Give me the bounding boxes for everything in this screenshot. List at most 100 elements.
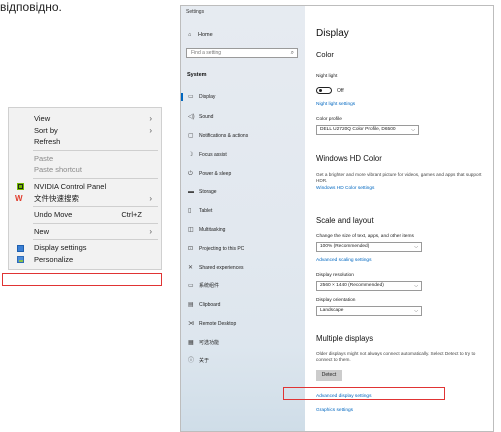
menu-item-label: New [34, 226, 50, 236]
sidebar-item-focus-assist[interactable]: ☽ Focus assist [188, 151, 227, 159]
color-heading: Color [316, 50, 334, 59]
menu-item-refresh[interactable]: Refresh [9, 136, 161, 148]
sidebar-item-label: Notifications & actions [199, 133, 249, 139]
menu-item-label: Sort by [34, 125, 58, 135]
chevron-right-icon: › [149, 125, 152, 135]
projector-icon: ⊡ [188, 246, 194, 252]
sidebar-item-label: 关于 [199, 358, 210, 364]
display-icon [17, 244, 24, 252]
multitask-icon: ◫ [188, 227, 194, 233]
sidebar-item-multitasking[interactable]: ◫ Multitasking [188, 226, 225, 234]
sidebar-item-label: 系统组件 [199, 283, 220, 289]
chevron-down-icon: ⌵ [414, 283, 418, 289]
hdr-settings-link[interactable]: Windows HD Color settings [316, 186, 374, 191]
nvidia-icon [17, 183, 24, 191]
night-light-state: Off [337, 88, 344, 94]
menu-item-view[interactable]: View › [9, 113, 161, 125]
scale-dropdown[interactable]: 100% (Recommended) ⌵ [316, 242, 422, 252]
resolution-label: Display resolution [316, 273, 354, 278]
multiple-displays-description: Older displays might not always connect … [316, 351, 476, 362]
moon-icon: ☽ [188, 152, 194, 158]
search-icon: ⌕ [290, 50, 294, 56]
menu-item-label: View [34, 114, 51, 123]
scale-value: 100% (Recommended) [320, 244, 370, 249]
sidebar-item-label: Remote Desktop [199, 321, 237, 327]
menu-item-label: Refresh [34, 137, 61, 147]
menu-item-file-quick-search[interactable]: W 文件快速搜索 › [9, 193, 161, 205]
color-profile-dropdown[interactable]: DELL U2720Q Color Profile, D6500 ⌵ [316, 125, 419, 135]
sidebar-item-display[interactable]: ▭ Display [181, 93, 215, 101]
search-placeholder: Find a setting [191, 50, 222, 56]
section-label: System [187, 72, 207, 78]
search-input[interactable]: Find a setting ⌕ [186, 48, 298, 58]
sidebar-item-optional-features[interactable]: ▦ 可选功能 [188, 339, 219, 347]
remote-icon: ⋊ [188, 321, 194, 327]
orientation-label: Display orientation [316, 298, 356, 303]
sidebar-item-about[interactable]: ⓘ 关于 [188, 357, 209, 365]
speaker-icon: ◁) [188, 114, 195, 120]
chevron-right-icon: › [149, 226, 152, 236]
wps-icon: W [15, 194, 23, 204]
nav-home[interactable]: ⌂ Home [188, 32, 213, 38]
share-icon: ✕ [188, 265, 194, 271]
power-icon: ⏻ [188, 171, 193, 177]
hdr-description: Get a brighter and more vibrant picture … [316, 172, 482, 183]
sidebar-item-storage[interactable]: ▬ Storage [188, 188, 217, 196]
sidebar-item-label: Projecting to this PC [199, 246, 245, 252]
sidebar-item-sound[interactable]: ◁) Sound [188, 113, 213, 121]
night-light-settings-link[interactable]: Night light settings [316, 102, 355, 107]
menu-item-new[interactable]: New › [9, 226, 161, 238]
orientation-dropdown[interactable]: Landscape ⌵ [316, 306, 422, 316]
sidebar-item-label: 可选功能 [199, 340, 220, 346]
resolution-dropdown[interactable]: 2560 × 1440 (Recommended) ⌵ [316, 281, 422, 291]
sidebar-item-remote-desktop[interactable]: ⋊ Remote Desktop [188, 320, 236, 328]
menu-separator [33, 206, 158, 208]
graphics-settings-link[interactable]: Graphics settings [316, 408, 353, 413]
display-settings-highlight [2, 273, 162, 286]
nav-home-label: Home [198, 32, 213, 38]
info-icon: ⓘ [188, 358, 195, 364]
color-profile-value: DELL U2720Q Color Profile, D6500 [320, 127, 396, 132]
menu-item-label: Personalize [34, 254, 74, 264]
page-top-text: відповідно. [0, 0, 62, 14]
sidebar-item-notifications[interactable]: ▢ Notifications & actions [188, 132, 248, 140]
night-light-toggle[interactable] [316, 87, 332, 94]
menu-item-sort-by[interactable]: Sort by › [9, 125, 161, 137]
home-icon: ⌂ [188, 32, 192, 38]
sidebar-item-clipboard[interactable]: ▤ Clipboard [188, 301, 220, 309]
sidebar-item-power-sleep[interactable]: ⏻ Power & sleep [188, 170, 231, 178]
menu-item-label: Paste shortcut [34, 165, 82, 175]
sidebar-item-label: Multitasking [199, 227, 226, 233]
components-icon: ▭ [188, 283, 194, 289]
menu-item-personalize[interactable]: Personalize [9, 254, 161, 266]
sidebar-item-tablet[interactable]: ▯ Tablet [188, 207, 212, 215]
scale-label: Change the size of text, apps, and other… [316, 234, 414, 239]
chevron-down-icon: ⌵ [414, 244, 418, 250]
sidebar-item-system-components[interactable]: ▭ 系统组件 [188, 282, 219, 290]
sidebar-item-shared-experiences[interactable]: ✕ Shared experiences [188, 264, 243, 272]
menu-item-display-settings[interactable]: Display settings [9, 242, 161, 254]
detect-button[interactable]: Detect [316, 370, 342, 381]
menu-item-label: Display settings [34, 243, 87, 253]
sidebar-item-label: Power & sleep [199, 171, 232, 177]
window-title: Settings [186, 9, 205, 15]
menu-separator [33, 239, 158, 241]
advanced-scaling-link[interactable]: Advanced scaling settings [316, 258, 371, 263]
menu-separator [33, 149, 158, 151]
desktop-context-menu: View › Sort by › Refresh Paste Paste sho… [8, 107, 162, 270]
menu-item-undo-move[interactable]: Undo Move Ctrl+Z [9, 209, 161, 221]
hdr-heading: Windows HD Color [316, 154, 382, 163]
orientation-value: Landscape [320, 308, 344, 313]
menu-item-nvidia-control-panel[interactable]: NVIDIA Control Panel [9, 181, 161, 193]
menu-item-label: NVIDIA Control Panel [34, 181, 107, 191]
menu-separator [33, 177, 158, 179]
sidebar-item-label: Focus assist [199, 152, 227, 158]
sidebar-item-projecting[interactable]: ⊡ Projecting to this PC [188, 245, 244, 253]
personalize-icon [17, 256, 24, 264]
chevron-right-icon: › [149, 193, 152, 203]
display-settings-content: Display Color Night light Off Night ligh… [316, 6, 491, 431]
tablet-icon: ▯ [188, 208, 192, 214]
shortcut-text: Ctrl+Z [121, 210, 142, 220]
menu-item-label: Undo Move [34, 210, 73, 220]
scale-heading: Scale and layout [316, 216, 374, 225]
